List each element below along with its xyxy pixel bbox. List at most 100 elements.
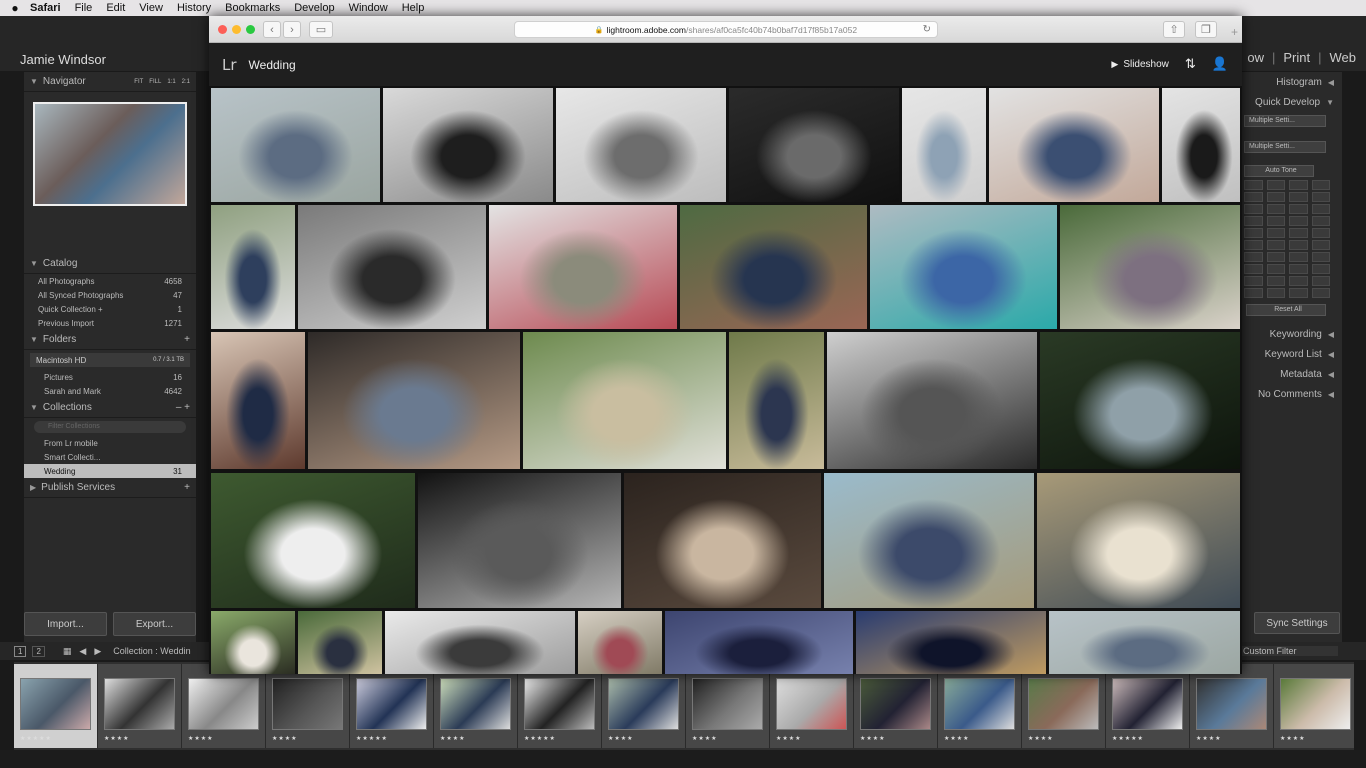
menu-edit[interactable]: Edit bbox=[106, 2, 125, 14]
list-item[interactable]: Smart Collecti... bbox=[24, 450, 196, 464]
tabs-button[interactable]: ❐ bbox=[1195, 21, 1217, 38]
photo-tile[interactable] bbox=[211, 205, 295, 329]
adjust-button[interactable] bbox=[1244, 180, 1263, 190]
filmstrip-cell[interactable]: ★★★★ bbox=[938, 664, 1022, 748]
adjust-button[interactable] bbox=[1244, 264, 1263, 274]
adjust-button[interactable] bbox=[1289, 276, 1308, 286]
filmstrip-cell[interactable]: ★★★★ bbox=[182, 664, 266, 748]
filmstrip-cell[interactable]: ★★★★ bbox=[1274, 664, 1354, 748]
adjust-button[interactable] bbox=[1289, 240, 1308, 250]
list-item[interactable]: All Synced Photographs 47 bbox=[24, 288, 196, 302]
adjust-button[interactable] bbox=[1311, 240, 1330, 250]
filmstrip-cell[interactable]: ★★★★ bbox=[854, 664, 938, 748]
adjust-button[interactable] bbox=[1311, 228, 1330, 238]
menu-window[interactable]: Window bbox=[349, 2, 388, 14]
adjust-button[interactable] bbox=[1244, 276, 1263, 286]
photo-tile[interactable] bbox=[989, 88, 1159, 202]
photo-tile[interactable] bbox=[680, 205, 867, 329]
adjust-button[interactable] bbox=[1311, 204, 1330, 214]
list-item[interactable]: From Lr mobile bbox=[24, 436, 196, 450]
window-1-button[interactable]: 1 bbox=[14, 645, 27, 657]
list-item[interactable]: Quick Collection + 1 bbox=[24, 302, 196, 316]
filmstrip-cell[interactable]: ★★★★ bbox=[1190, 664, 1274, 748]
adjust-button[interactable] bbox=[1311, 216, 1330, 226]
adjust-button[interactable] bbox=[1266, 240, 1285, 250]
menu-bookmarks[interactable]: Bookmarks bbox=[225, 2, 280, 14]
photo-tile[interactable] bbox=[489, 205, 677, 329]
adjust-button[interactable] bbox=[1266, 228, 1285, 238]
list-item[interactable]: Pictures 16 bbox=[24, 370, 196, 384]
folders-header[interactable]: ▼ Folders + bbox=[24, 330, 196, 350]
keywording-header[interactable]: Keywording ◀ bbox=[1240, 324, 1342, 344]
window-2-button[interactable]: 2 bbox=[32, 645, 45, 657]
forward-icon[interactable]: ▶ bbox=[94, 646, 101, 657]
module-web[interactable]: Web bbox=[1330, 50, 1357, 65]
lr-logo[interactable]: Lr bbox=[222, 56, 237, 74]
filmstrip-cell[interactable]: ★★★★★ bbox=[518, 664, 602, 748]
photo-tile[interactable] bbox=[211, 332, 305, 469]
photo-tile[interactable] bbox=[1162, 88, 1240, 202]
photo-tile[interactable] bbox=[902, 88, 986, 202]
adjust-button[interactable] bbox=[1289, 204, 1308, 214]
adjust-button[interactable] bbox=[1266, 180, 1285, 190]
minimize-window-button[interactable] bbox=[232, 25, 241, 34]
photo-tile[interactable] bbox=[1049, 611, 1240, 674]
list-item[interactable]: Previous Import 1271 bbox=[24, 316, 196, 330]
module-library[interactable]: ow bbox=[1247, 50, 1264, 65]
photo-tile[interactable] bbox=[1037, 473, 1240, 608]
adjust-button[interactable] bbox=[1266, 216, 1285, 226]
collections-header[interactable]: ▼ Collections – + bbox=[24, 398, 196, 418]
zoom-2-1[interactable]: 2:1 bbox=[182, 79, 190, 85]
filmstrip-cell[interactable]: ★★★★ bbox=[434, 664, 518, 748]
adjust-button[interactable] bbox=[1289, 252, 1308, 262]
comments-header[interactable]: No Comments ◀ bbox=[1240, 384, 1342, 404]
filmstrip-cell[interactable]: ★★★★ bbox=[266, 664, 350, 748]
menu-view[interactable]: View bbox=[139, 2, 163, 14]
collections-actions[interactable]: – + bbox=[176, 402, 190, 413]
photo-tile[interactable] bbox=[383, 88, 553, 202]
filmstrip-cell[interactable]: ★★★★★ bbox=[350, 664, 434, 748]
forward-button[interactable]: › bbox=[283, 21, 301, 38]
navigator-header[interactable]: ▼ Navigator FIT FILL 1:1 2:1 bbox=[24, 72, 196, 92]
white-balance-select[interactable]: Multiple Setti... bbox=[1244, 141, 1326, 153]
adjust-button[interactable] bbox=[1289, 192, 1308, 202]
source-label[interactable]: Collection : Weddin bbox=[113, 646, 190, 656]
adjust-button[interactable] bbox=[1311, 192, 1330, 202]
adjust-button[interactable] bbox=[1244, 216, 1263, 226]
menu-help[interactable]: Help bbox=[402, 2, 425, 14]
filmstrip-cell[interactable]: ★★★★★ bbox=[14, 664, 98, 748]
adjust-button[interactable] bbox=[1311, 276, 1330, 286]
catalog-header[interactable]: ▼ Catalog bbox=[24, 254, 196, 274]
zoom-1-1[interactable]: 1:1 bbox=[167, 79, 175, 85]
adjust-button[interactable] bbox=[1244, 204, 1263, 214]
menu-safari[interactable]: Safari bbox=[30, 2, 61, 14]
share-button[interactable]: ⇧ bbox=[1163, 21, 1185, 38]
module-print[interactable]: Print bbox=[1283, 50, 1310, 65]
photo-tile[interactable] bbox=[556, 88, 726, 202]
add-publish-icon[interactable]: + bbox=[184, 482, 190, 493]
photo-tile[interactable] bbox=[418, 473, 621, 608]
menu-develop[interactable]: Develop bbox=[294, 2, 334, 14]
fullscreen-window-button[interactable] bbox=[246, 25, 255, 34]
collections-filter-input[interactable]: Filter Collections bbox=[34, 421, 186, 433]
zoom-fill[interactable]: FILL bbox=[149, 79, 161, 85]
menu-file[interactable]: File bbox=[75, 2, 93, 14]
filmstrip-cell[interactable]: ★★★★★ bbox=[1106, 664, 1190, 748]
metadata-header[interactable]: Metadata ◀ bbox=[1240, 364, 1342, 384]
photo-tile[interactable] bbox=[1060, 205, 1240, 329]
adjust-button[interactable] bbox=[1244, 192, 1263, 202]
sync-settings-button[interactable]: Sync Settings bbox=[1254, 612, 1340, 634]
adjust-button[interactable] bbox=[1266, 264, 1285, 274]
adjust-button[interactable] bbox=[1266, 204, 1285, 214]
adjust-button[interactable] bbox=[1244, 252, 1263, 262]
adjust-button[interactable] bbox=[1266, 288, 1285, 298]
quick-develop-header[interactable]: Quick Develop ▼ bbox=[1240, 92, 1342, 112]
photo-tile[interactable] bbox=[856, 611, 1046, 674]
filmstrip-cell[interactable]: ★★★★ bbox=[98, 664, 182, 748]
sort-icon[interactable]: ⇅ bbox=[1185, 56, 1196, 72]
back-icon[interactable]: ◀ bbox=[79, 646, 86, 657]
adjust-button[interactable] bbox=[1311, 180, 1330, 190]
adjust-button[interactable] bbox=[1244, 240, 1263, 250]
adjust-button[interactable] bbox=[1289, 216, 1308, 226]
slideshow-button[interactable]: ▶ Slideshow bbox=[1111, 59, 1169, 70]
